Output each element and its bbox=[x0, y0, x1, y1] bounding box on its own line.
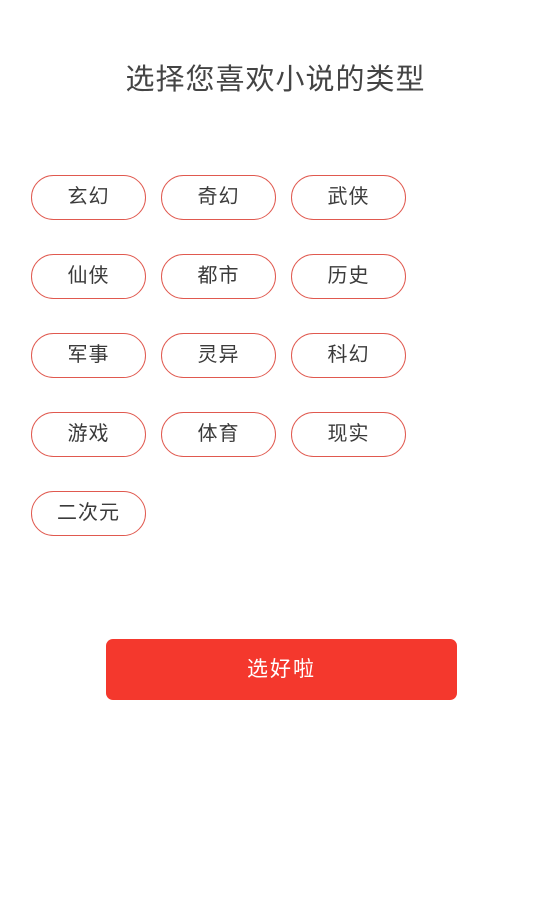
genre-tag[interactable]: 奇幻 bbox=[161, 175, 276, 220]
genre-tag[interactable]: 历史 bbox=[291, 254, 406, 299]
genre-tag[interactable]: 武侠 bbox=[291, 175, 406, 220]
app-screen: 选择您喜欢小说的类型 玄幻 奇幻 武侠仙侠 都市 历史军事 灵异 科幻游戏 体育 现实二次元 选… bbox=[0, 0, 551, 914]
genre-tag[interactable]: 玄幻 bbox=[31, 175, 146, 220]
genre-tag-grid: 玄幻 奇幻 武侠仙侠 都市 历史军事 灵异 科幻游戏 体育 现实二次元 bbox=[31, 175, 521, 536]
genre-tag[interactable]: 体育 bbox=[161, 412, 276, 457]
genre-tag[interactable]: 仙侠 bbox=[31, 254, 146, 299]
genre-tag[interactable]: 现实 bbox=[291, 412, 406, 457]
page-title: 选择您喜欢小说的类型 bbox=[125, 64, 426, 97]
submit-button[interactable]: 选好啦 bbox=[106, 639, 457, 700]
genre-tag[interactable]: 二次元 bbox=[31, 491, 146, 536]
genre-tag[interactable]: 科幻 bbox=[291, 333, 406, 378]
genre-tag[interactable]: 都市 bbox=[161, 254, 276, 299]
genre-tag[interactable]: 军事 bbox=[31, 333, 146, 378]
genre-tag[interactable]: 灵异 bbox=[161, 333, 276, 378]
genre-tag[interactable]: 游戏 bbox=[31, 412, 146, 457]
